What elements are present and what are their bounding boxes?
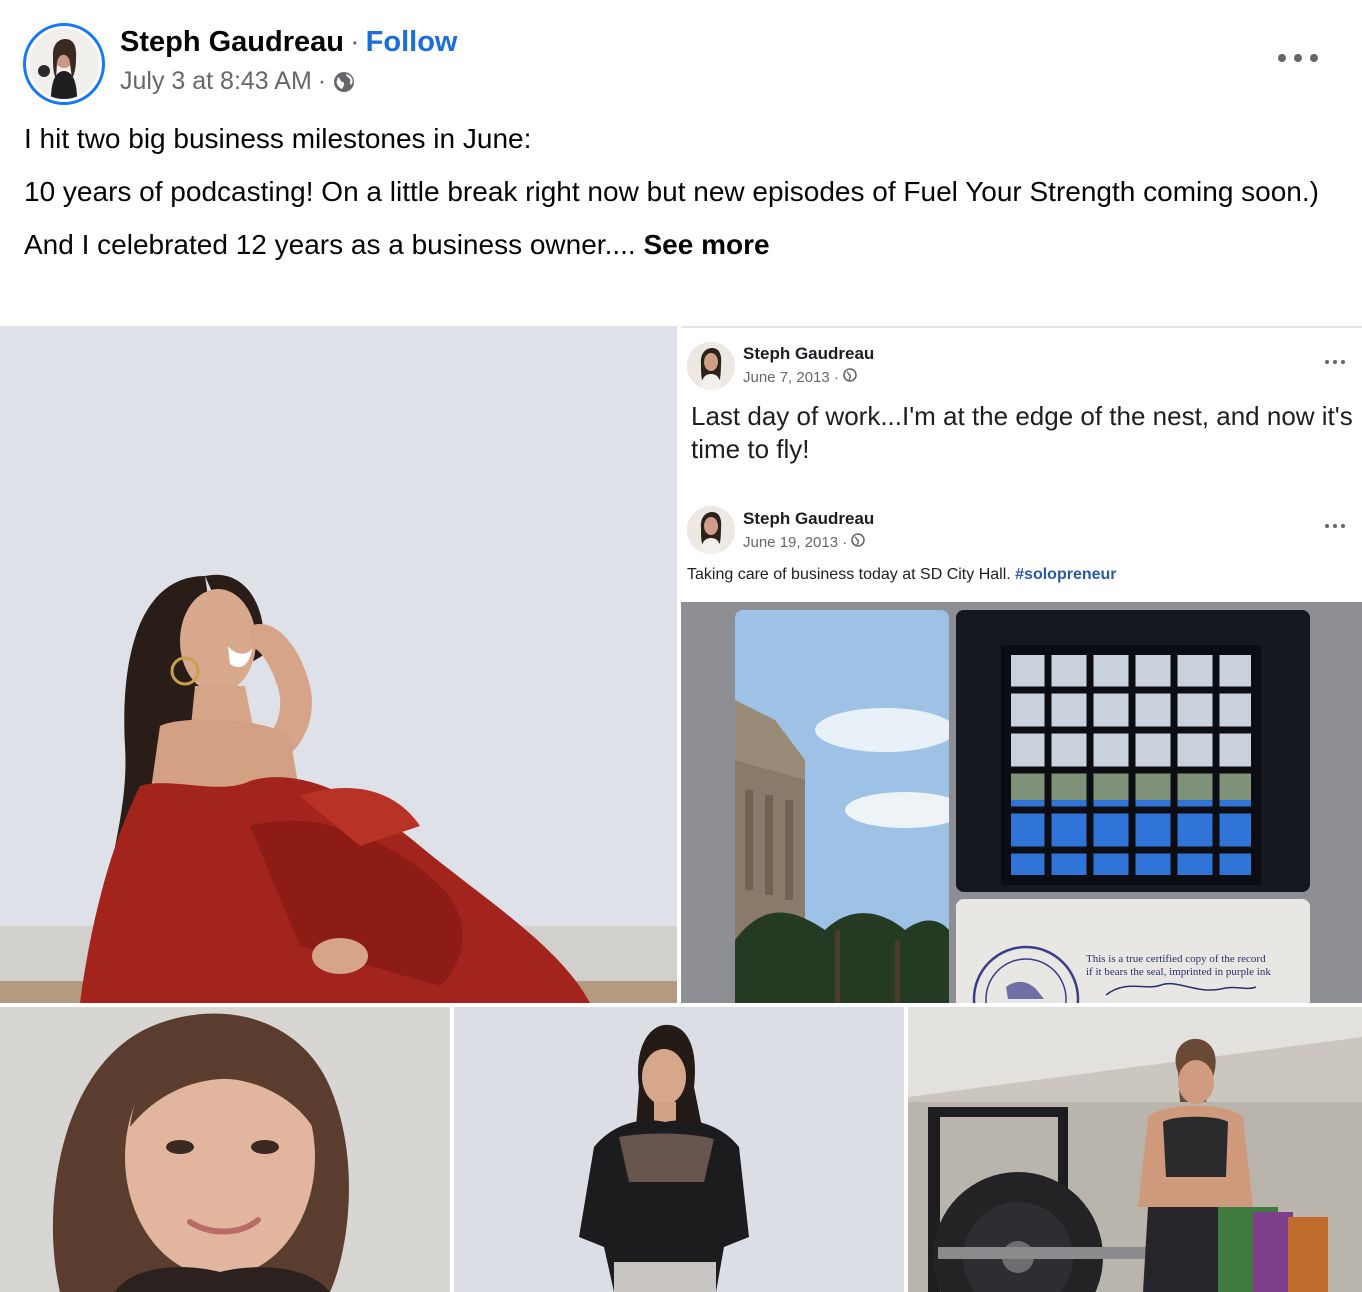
globe-icon [332, 70, 356, 94]
certificate-photo: This is a true certified copy of the rec… [956, 899, 1310, 1003]
embedded-date-text: June 7, 2013 · [743, 368, 839, 386]
embedded-date-text: June 19, 2013 · [743, 533, 848, 551]
post-paragraph-last: And I celebrated 12 years as a business … [24, 226, 1324, 264]
photo-deadlift[interactable] [908, 1007, 1362, 1292]
photo-red-dress[interactable] [0, 326, 677, 1003]
post-paragraph-text: And I celebrated 12 years as a business … [24, 229, 644, 260]
more-options-icon [1325, 360, 1345, 366]
meta-separator: · [317, 67, 327, 95]
embedded-caption: Taking care of business today at SD City… [687, 566, 1016, 583]
photo-old-posts-screenshot[interactable]: Steph Gaudreau June 7, 2013 · Last day o… [681, 326, 1362, 1003]
certificate-text: This is a true certified copy of the rec… [1086, 953, 1271, 979]
embedded-author: Steph Gaudreau [743, 509, 875, 528]
post-card: Steph Gaudreau · Follow July 3 at 8:43 AM … [0, 0, 1362, 1292]
certificate-line: This is a true certified copy of the rec… [1086, 953, 1266, 965]
see-more-link[interactable]: See more [643, 229, 769, 260]
photo-black-top[interactable] [454, 1007, 904, 1292]
more-options-icon[interactable] [1278, 43, 1318, 73]
dot [1294, 54, 1302, 62]
post-timestamp[interactable]: July 3 at 8:43 AM [120, 67, 312, 96]
window-photo [956, 610, 1310, 892]
embedded-author: Steph Gaudreau [743, 344, 875, 363]
post-paragraph: I hit two big business milestones in Jun… [24, 123, 532, 154]
embedded-date: June 7, 2013 · [743, 368, 857, 386]
post-meta: July 3 at 8:43 AM · [120, 67, 356, 96]
embedded-date: June 19, 2013 · [743, 533, 866, 551]
follow-button[interactable]: Follow [366, 26, 458, 58]
author-name[interactable]: Steph Gaudreau [120, 26, 344, 58]
globe-icon [851, 533, 866, 551]
avatar[interactable] [29, 29, 99, 99]
photo-portrait[interactable] [0, 1007, 450, 1292]
separator: · [350, 26, 360, 58]
post-paragraph: 10 years of podcasting! On a little brea… [24, 176, 1319, 207]
post-text: I hit two big business milestones in Jun… [24, 120, 1324, 279]
more-options-icon [1325, 524, 1345, 530]
certificate-line: if it bears the seal, imprinted in purpl… [1086, 966, 1271, 978]
dot [1278, 54, 1286, 62]
mini-avatar [687, 342, 735, 390]
hashtag-link: #solopreneur [1015, 566, 1117, 583]
dot [1310, 54, 1318, 62]
author-line: Steph Gaudreau · Follow [120, 26, 458, 59]
embedded-post-text: Taking care of business today at SD City… [687, 566, 1117, 584]
mini-avatar [687, 506, 735, 554]
embedded-post-text: Last day of work...I'm at the edge of th… [691, 401, 1353, 464]
city-hall-collage: This is a true certified copy of the rec… [681, 602, 1362, 1003]
globe-icon [843, 368, 857, 386]
building-photo [735, 610, 949, 1003]
